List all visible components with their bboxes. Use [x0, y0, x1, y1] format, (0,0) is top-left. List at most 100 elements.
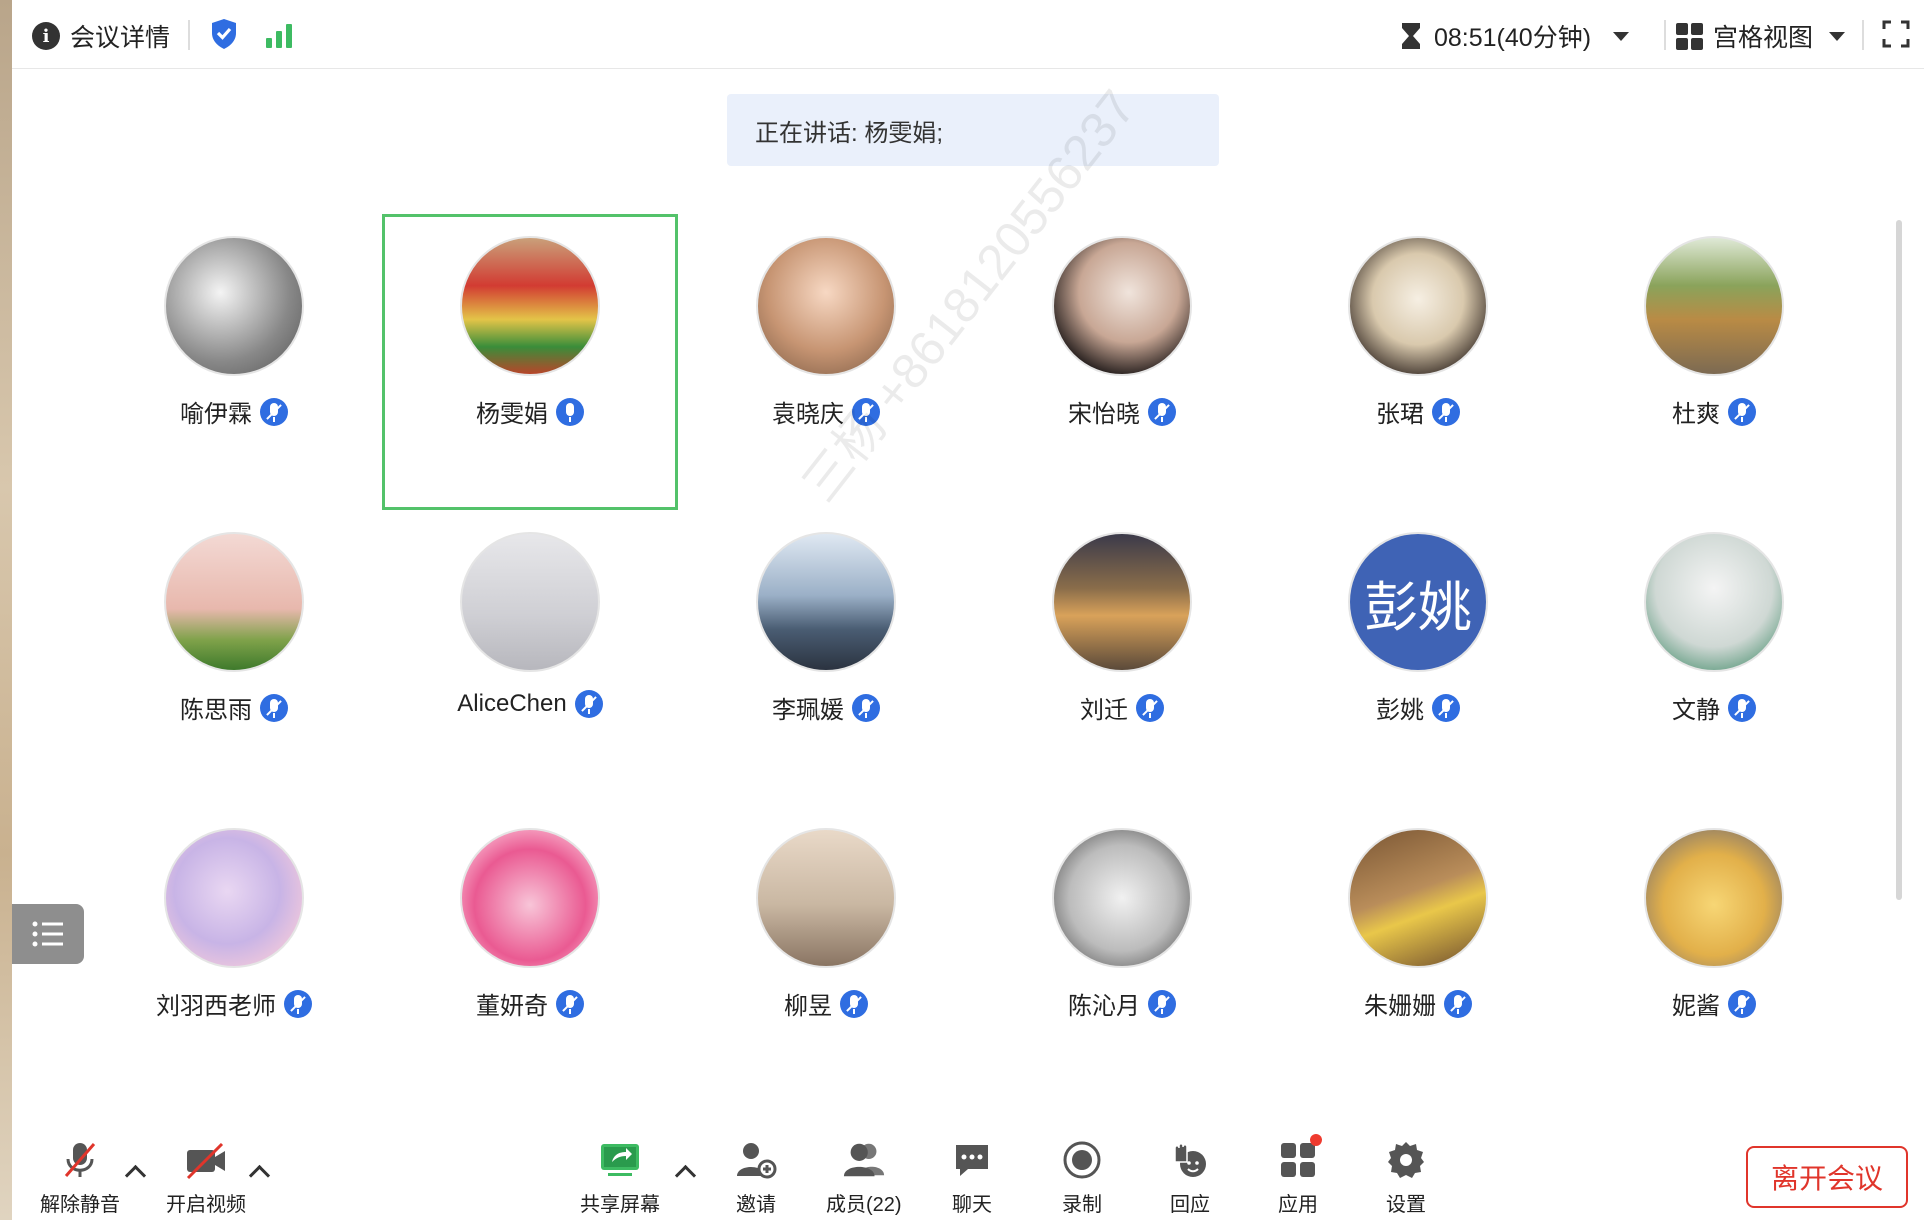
view-mode-button[interactable]: 宫格视图	[1676, 18, 1846, 54]
invite-label: 邀请	[736, 1194, 776, 1216]
mic-muted-icon	[58, 1138, 102, 1182]
divider	[188, 20, 190, 50]
security-shield-icon[interactable]	[210, 18, 238, 50]
avatar	[1052, 828, 1192, 968]
participant-name-row: AliceChen	[382, 690, 678, 718]
avatar	[460, 532, 600, 672]
share-options-chevron-up-icon[interactable]	[674, 1164, 697, 1187]
participant-tile[interactable]: 董妍奇	[382, 806, 678, 1102]
avatar: 彭姚	[1348, 532, 1488, 672]
participant-tile[interactable]: 陈思雨	[86, 510, 382, 806]
floating-list-button[interactable]	[12, 904, 84, 964]
participant-name-row: 喻伊霖	[86, 394, 382, 429]
gear-icon	[1384, 1138, 1428, 1182]
participant-tile[interactable]: 文静	[1566, 510, 1862, 806]
start-video-label: 开启视频	[166, 1194, 246, 1216]
participant-tile[interactable]: 喻伊霖	[86, 214, 382, 510]
scrollbar[interactable]	[1896, 220, 1902, 900]
signal-strength-icon[interactable]	[266, 22, 292, 48]
participant-name: 张珺	[1376, 401, 1424, 428]
meeting-timer[interactable]: 08:51(40分钟)	[1400, 18, 1630, 54]
participant-tile[interactable]: 刘羽西老师	[86, 806, 382, 1102]
participant-tile[interactable]: 柳昱	[678, 806, 974, 1102]
avatar	[460, 828, 600, 968]
chat-button[interactable]: 聊天	[950, 1138, 994, 1217]
participant-name: 刘迁	[1080, 697, 1128, 724]
mic-on-icon	[556, 397, 584, 426]
participant-name-row: 文静	[1566, 690, 1862, 725]
mic-muted-icon	[1432, 397, 1460, 426]
record-button[interactable]: 录制	[1060, 1138, 1104, 1217]
participant-tile[interactable]: 妮酱	[1566, 806, 1862, 1102]
participant-name-row: 刘羽西老师	[86, 986, 382, 1021]
unmute-button[interactable]: 解除静音	[40, 1138, 120, 1217]
avatar	[756, 828, 896, 968]
participant-name: 李珮媛	[772, 697, 844, 724]
record-label: 录制	[1062, 1194, 1102, 1216]
chat-label: 聊天	[952, 1194, 992, 1216]
participant-tile[interactable]: 杨雯娟	[382, 214, 678, 510]
participant-name-row: 杨雯娟	[382, 394, 678, 429]
invite-button[interactable]: 邀请	[734, 1138, 778, 1217]
participant-name-row: 朱姗姗	[1270, 986, 1566, 1021]
mic-muted-icon	[556, 989, 584, 1018]
audio-options-chevron-up-icon[interactable]	[124, 1164, 147, 1187]
chat-bubble-icon	[950, 1138, 994, 1182]
mic-muted-icon	[260, 397, 288, 426]
participant-tile[interactable]: 彭姚 彭姚	[1270, 510, 1566, 806]
participant-name-row: 彭姚	[1270, 690, 1566, 725]
members-button[interactable]: 成员(22)	[826, 1138, 902, 1217]
participant-name-row: 宋怡晓	[974, 394, 1270, 429]
avatar	[1348, 236, 1488, 376]
meeting-details-button[interactable]: i 会议详情	[32, 18, 170, 54]
avatar	[1644, 828, 1784, 968]
apps-button[interactable]: 应用	[1276, 1134, 1322, 1217]
react-button[interactable]: 回应	[1168, 1138, 1212, 1217]
mic-muted-icon	[1728, 989, 1756, 1018]
mic-muted-icon	[840, 989, 868, 1018]
leave-meeting-button[interactable]: 离开会议	[1746, 1146, 1908, 1208]
fullscreen-button[interactable]	[1882, 20, 1910, 48]
mic-muted-icon	[260, 693, 288, 722]
share-screen-icon	[598, 1138, 642, 1182]
view-mode-label: 宫格视图	[1713, 24, 1814, 52]
fullscreen-icon	[1882, 20, 1910, 48]
participant-name: 宋怡晓	[1068, 401, 1140, 428]
participant-tile[interactable]: AliceChen	[382, 510, 678, 806]
share-screen-button[interactable]: 共享屏幕	[580, 1138, 660, 1217]
chevron-down-icon	[1829, 31, 1846, 41]
participant-tile[interactable]: 李珮媛	[678, 510, 974, 806]
share-screen-label: 共享屏幕	[580, 1194, 660, 1216]
members-icon	[842, 1138, 886, 1182]
participant-name-row: 柳昱	[678, 986, 974, 1021]
mic-muted-icon	[1728, 693, 1756, 722]
settings-button[interactable]: 设置	[1384, 1138, 1428, 1217]
participant-name-row: 董妍奇	[382, 986, 678, 1021]
participant-tile[interactable]: 陈沁月	[974, 806, 1270, 1102]
speaking-indicator: 正在讲话: 杨雯娟;	[727, 94, 1219, 166]
participant-name-row: 李珮媛	[678, 690, 974, 725]
participant-tile[interactable]: 杜爽	[1566, 214, 1862, 510]
start-video-button[interactable]: 开启视频	[166, 1138, 246, 1217]
participant-tile[interactable]: 张珺	[1270, 214, 1566, 510]
camera-off-icon	[184, 1138, 228, 1182]
participant-tile[interactable]: 刘迁	[974, 510, 1270, 806]
participant-name-row: 杜爽	[1566, 394, 1862, 429]
participant-tile[interactable]: 朱姗姗	[1270, 806, 1566, 1102]
avatar	[1052, 236, 1192, 376]
mic-muted-icon	[1432, 693, 1460, 722]
chevron-down-icon	[1613, 31, 1630, 41]
participant-name: 杜爽	[1672, 401, 1720, 428]
video-options-chevron-up-icon[interactable]	[248, 1164, 271, 1187]
unmute-label: 解除静音	[40, 1194, 120, 1216]
divider	[1862, 20, 1864, 50]
hourglass-icon	[1402, 23, 1420, 49]
avatar	[1348, 828, 1488, 968]
settings-label: 设置	[1386, 1194, 1426, 1216]
apps-label: 应用	[1278, 1194, 1318, 1216]
avatar	[756, 532, 896, 672]
participant-name: 刘羽西老师	[156, 993, 276, 1020]
record-icon	[1060, 1138, 1104, 1182]
participant-name: 柳昱	[784, 993, 832, 1020]
mic-muted-icon	[1148, 397, 1176, 426]
